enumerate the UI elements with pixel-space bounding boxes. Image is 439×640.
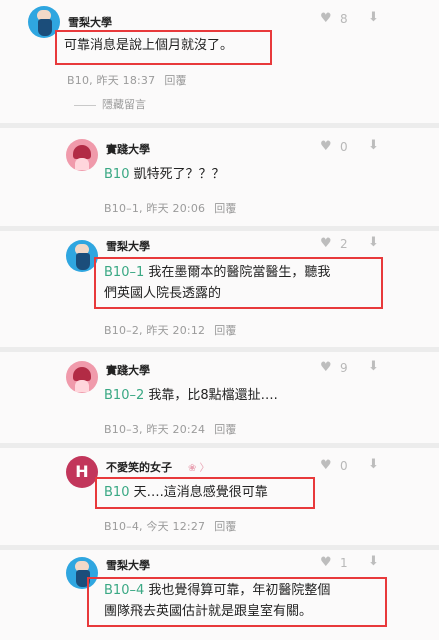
heart-icon[interactable]: ♥ — [320, 458, 332, 473]
badge-icon: ❀ 〉 — [188, 463, 210, 474]
floor-tag[interactable]: B10 — [104, 167, 129, 182]
user-avatar[interactable]: H — [66, 456, 98, 488]
reply-button[interactable]: 回覆 — [164, 74, 186, 87]
comment-meta: B10–1, 昨天 20:06 回覆 — [104, 200, 237, 216]
comment-meta: B10–2, 昨天 20:12 回覆 — [104, 322, 237, 338]
floor-time: B10–4, 今天 12:27 — [104, 520, 206, 533]
username[interactable]: 實踐大學 — [106, 141, 150, 157]
comment-b10-2: 雪梨大學 ♥ 2 ⬇ B10–1 我在墨爾本的醫院當醫生，聽我 們英國人院長透露… — [0, 231, 439, 346]
comment-b10: 雪梨大學 ♥ 8 ⬇ 可靠消息是說上個月就沒了。 B10, 昨天 18:37 回覆… — [0, 0, 439, 118]
reply-button[interactable]: 回覆 — [214, 423, 236, 436]
heart-icon[interactable]: ♥ — [320, 360, 332, 375]
reply-button[interactable]: 回覆 — [214, 324, 236, 337]
username[interactable]: 雪梨大學 — [106, 557, 150, 573]
floor-tag[interactable]: B10–2 — [104, 388, 144, 403]
arrow-down-icon[interactable]: ⬇ — [368, 138, 379, 153]
comment-b10-1: 實踐大學 ♥ 0 ⬇ B10 凱特死了？？？ B10–1, 昨天 20:06 回覆 — [0, 128, 439, 228]
comment-b10-4: H 不愛笑的女子 ❀ 〉 ♥ 0 ⬇ B10 天….這消息感覺很可靠 B10–4… — [0, 448, 439, 543]
highlight-box — [55, 30, 272, 65]
username[interactable]: 雪梨大學 — [68, 14, 112, 30]
floor-time: B10, 昨天 18:37 — [67, 74, 156, 87]
hidden-comments-link[interactable]: 隱藏留言 — [74, 96, 146, 112]
floor-time: B10–3, 昨天 20:24 — [104, 423, 206, 436]
like-count: 0 — [340, 140, 348, 154]
arrow-down-icon[interactable]: ⬇ — [368, 235, 379, 250]
comment-text: B10–2 我靠，比8點檔還扯…. — [104, 388, 278, 403]
comment-b10-3: 實踐大學 ♥ 9 ⬇ B10–2 我靠，比8點檔還扯…. B10–3, 昨天 2… — [0, 352, 439, 447]
heart-icon[interactable]: ♥ — [320, 555, 332, 570]
arrow-down-icon[interactable]: ⬇ — [368, 359, 379, 374]
comment-meta: B10, 昨天 18:37 回覆 — [67, 72, 187, 88]
arrow-down-icon[interactable]: ⬇ — [368, 10, 379, 25]
comment-b10-5: 雪梨大學 ♥ 1 ⬇ B10–4 我也覺得算可靠，年初醫院整個 團隊飛去英國估計… — [0, 550, 439, 640]
username[interactable]: 雪梨大學 — [106, 238, 150, 254]
like-count: 9 — [340, 361, 348, 375]
arrow-down-icon[interactable]: ⬇ — [368, 457, 379, 472]
highlight-box — [94, 257, 383, 309]
comment-meta: B10–4, 今天 12:27 回覆 — [104, 518, 237, 534]
heart-icon[interactable]: ♥ — [320, 236, 332, 251]
heart-icon[interactable]: ♥ — [320, 11, 332, 26]
highlight-box — [95, 477, 315, 509]
username[interactable]: 實踐大學 — [106, 362, 150, 378]
highlight-box — [87, 577, 387, 627]
like-count: 1 — [340, 556, 348, 570]
arrow-down-icon[interactable]: ⬇ — [368, 554, 379, 569]
like-count: 2 — [340, 237, 348, 251]
comment-meta: B10–3, 昨天 20:24 回覆 — [104, 421, 237, 437]
reply-button[interactable]: 回覆 — [214, 202, 236, 215]
user-avatar[interactable] — [66, 361, 98, 393]
floor-time: B10–1, 昨天 20:06 — [104, 202, 206, 215]
user-avatar[interactable] — [66, 139, 98, 171]
reply-button[interactable]: 回覆 — [214, 520, 236, 533]
username[interactable]: 不愛笑的女子 — [106, 459, 172, 475]
floor-time: B10–2, 昨天 20:12 — [104, 324, 206, 337]
comment-text: B10 凱特死了？？？ — [104, 167, 225, 182]
like-count: 0 — [340, 459, 348, 473]
like-count: 8 — [340, 12, 348, 26]
heart-icon[interactable]: ♥ — [320, 139, 332, 154]
